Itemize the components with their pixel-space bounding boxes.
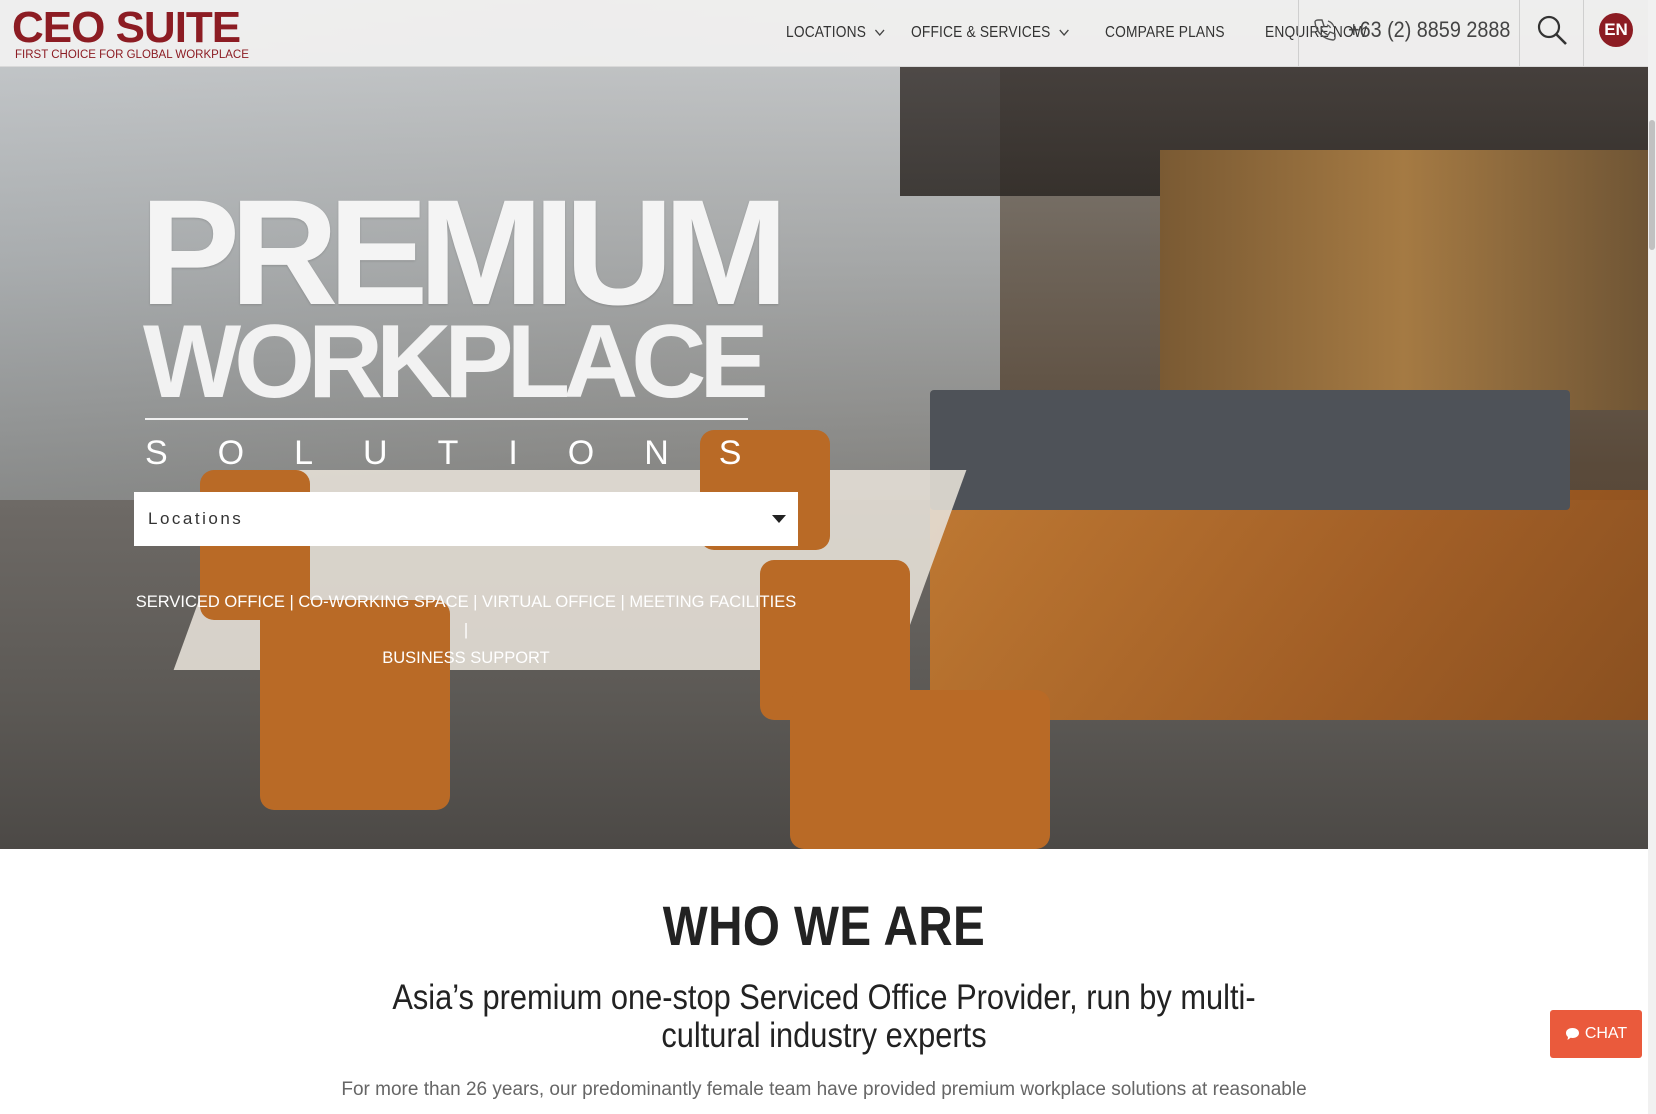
nav-office-services[interactable]: OFFICE & SERVICES <box>911 24 1070 42</box>
chevron-down-icon <box>1059 29 1070 37</box>
site-header: CEO SUITE FIRST CHOICE FOR GLOBAL WORKPL… <box>0 0 1648 67</box>
nav-label: COMPARE PLANS <box>1105 24 1226 41</box>
hero-wood-floor <box>930 490 1648 720</box>
hero-sofa <box>930 390 1570 510</box>
hero-banner: PREMIUM WORKPLACE SOLUTIONS Locations SE… <box>0 0 1648 849</box>
section-body: For more than 26 years, our predominantl… <box>341 1079 1307 1100</box>
nav-label: OFFICE & SERVICES <box>911 24 1051 41</box>
caret-down-icon <box>772 515 786 523</box>
nav-divider <box>1298 0 1299 66</box>
language-switcher[interactable]: EN <box>1599 13 1633 47</box>
search-icon[interactable] <box>1536 14 1568 46</box>
hero-chair <box>790 690 1050 849</box>
locations-select[interactable]: Locations <box>134 492 798 546</box>
nav-divider <box>1519 0 1520 66</box>
phone-link[interactable]: +63 (2) 8859 2888 <box>1312 0 1528 60</box>
locations-select-label: Locations <box>148 509 244 528</box>
services-line: SERVICED OFFICE | CO-WORKING SPACE | VIR… <box>135 593 797 639</box>
section-subtitle: Asia’s premium one-stop Serviced Office … <box>392 978 1256 1055</box>
phone-number: +63 (2) 8859 2888 <box>1348 17 1511 42</box>
nav-locations[interactable]: LOCATIONS <box>786 24 885 42</box>
phone-icon <box>1314 19 1336 41</box>
page-scrollbar-thumb[interactable] <box>1649 120 1655 250</box>
section-title: WHO WE ARE <box>662 894 986 957</box>
services-line: BUSINESS SUPPORT <box>382 649 550 667</box>
nav-label: LOCATIONS <box>786 24 867 41</box>
who-we-are-section: WHO WE ARE Asia’s premium one-stop Servi… <box>0 849 1648 1114</box>
logo-tagline: FIRST CHOICE FOR GLOBAL WORKPLACE <box>15 49 249 61</box>
main-nav: LOCATIONS OFFICE & SERVICES COMPARE PLAN… <box>786 0 1403 66</box>
nav-compare-plans[interactable]: COMPARE PLANS <box>1105 24 1225 42</box>
chat-icon <box>1565 1028 1579 1040</box>
chat-button[interactable]: CHAT <box>1550 1010 1642 1058</box>
chevron-down-icon <box>875 29 885 37</box>
logo[interactable]: CEO SUITE FIRST CHOICE FOR GLOBAL WORKPL… <box>12 2 249 64</box>
hero-bar-wall <box>1160 150 1648 410</box>
hero-title-workplace: WORKPLACE <box>143 304 769 420</box>
hero-title-solutions: SOLUTIONS <box>145 434 792 472</box>
services-list: SERVICED OFFICE | CO-WORKING SPACE | VIR… <box>134 588 798 672</box>
chat-label: CHAT <box>1584 1025 1628 1042</box>
hero-divider <box>145 418 748 420</box>
logo-wordmark: CEO SUITE <box>12 3 241 52</box>
nav-divider <box>1583 0 1584 66</box>
hero-title-premium: PREMIUM <box>140 168 788 336</box>
